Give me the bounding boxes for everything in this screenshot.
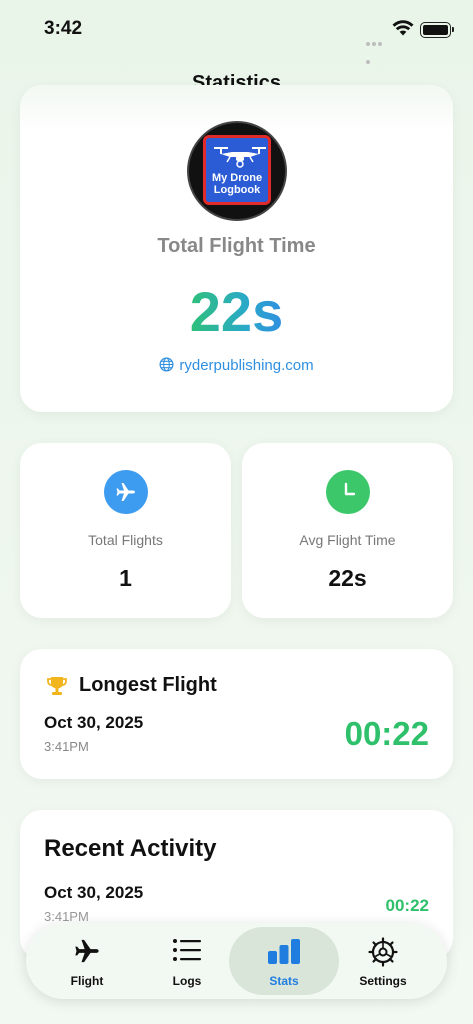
clock-icon	[326, 470, 370, 514]
tab-stats[interactable]: Stats	[229, 927, 339, 995]
tab-settings-label: Settings	[359, 974, 407, 988]
trophy-icon	[47, 677, 67, 695]
tab-logs[interactable]: Logs	[132, 927, 242, 995]
avg-flight-time-value: 22s	[328, 565, 367, 591]
airplane-icon	[104, 470, 148, 514]
recent-activity-date: Oct 30, 2025	[44, 883, 144, 902]
stats-screen: 3:42 Statistics My Drone Logbook Total F…	[0, 0, 473, 1024]
website-link-text[interactable]: ryderpublishing.com	[179, 357, 313, 374]
app-logo: My Drone Logbook	[187, 121, 287, 221]
status-bar: 3:42	[0, 0, 473, 64]
wifi-icon	[392, 20, 414, 41]
avg-flight-time-card: Avg Flight Time 22s	[242, 443, 453, 618]
longest-flight-time: 3:41PM	[44, 739, 89, 754]
drone-icon	[214, 147, 266, 168]
tab-flight-label: Flight	[70, 974, 104, 988]
total-flight-time-card: My Drone Logbook Total Flight Time 22s r…	[20, 85, 453, 412]
logo-text-line2: Logbook	[213, 184, 261, 196]
airplane-icon	[75, 939, 99, 963]
tab-flight[interactable]: Flight	[32, 927, 142, 995]
tab-bar: Flight Logs Stats Settings	[26, 923, 447, 999]
recent-activity-duration: 00:22	[385, 896, 429, 915]
total-flight-time-label: Total Flight Time	[157, 235, 316, 257]
recent-activity-title: Recent Activity	[44, 835, 217, 862]
globe-icon	[159, 357, 174, 372]
longest-flight-date: Oct 30, 2025	[44, 713, 144, 732]
total-flight-time-value: 22s	[189, 280, 284, 343]
gear-icon	[368, 937, 398, 967]
avg-flight-time-label: Avg Flight Time	[299, 532, 396, 548]
total-flights-value: 1	[119, 565, 132, 591]
tab-stats-label: Stats	[269, 974, 299, 988]
longest-flight-duration: 00:22	[344, 715, 429, 752]
longest-flight-card[interactable]: Longest Flight Oct 30, 2025 3:41PM 00:22	[20, 649, 453, 779]
total-flights-card: Total Flights 1	[20, 443, 231, 618]
website-link[interactable]: ryderpublishing.com	[20, 357, 453, 374]
logo-text-line1: My Drone	[211, 172, 263, 184]
signal-dots-icon	[366, 33, 388, 64]
longest-flight-title: Longest Flight	[79, 674, 217, 696]
battery-icon	[420, 22, 454, 38]
recent-activity-time: 3:41PM	[44, 909, 89, 924]
bar-chart-icon	[268, 939, 300, 964]
tab-logs-label: Logs	[172, 974, 202, 988]
total-flights-label: Total Flights	[88, 532, 163, 548]
tab-settings[interactable]: Settings	[328, 927, 438, 995]
list-icon	[173, 939, 201, 961]
status-time: 3:42	[44, 18, 83, 39]
